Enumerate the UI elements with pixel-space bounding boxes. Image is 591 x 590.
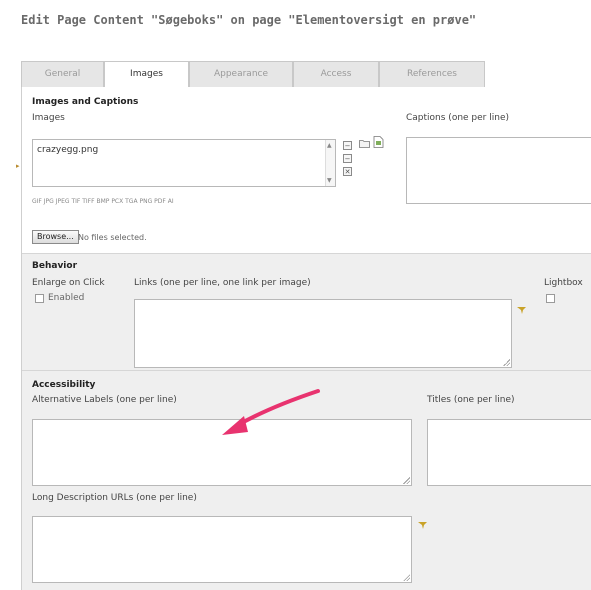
tab-general[interactable]: General [21, 61, 104, 87]
scroll-up-icon[interactable]: ▲ [327, 142, 332, 149]
links-textarea[interactable] [134, 299, 512, 368]
move-up-icon[interactable]: − [343, 141, 352, 150]
titles-textarea[interactable] [427, 419, 591, 486]
scroll-down-icon[interactable]: ▼ [327, 177, 332, 184]
longdesc-textarea[interactable] [32, 516, 412, 583]
titles-label: Titles (one per line) [427, 395, 515, 405]
wizard-icon[interactable] [418, 521, 428, 529]
tab-references[interactable]: References [379, 61, 485, 87]
form-panel: Images and Captions Images Captions (one… [21, 87, 591, 590]
tab-label: Appearance [213, 69, 269, 79]
longdesc-label: Long Description URLs (one per line) [32, 493, 197, 503]
expand-marker-icon: ▸ [16, 162, 20, 170]
browse-button[interactable]: Browse... [32, 230, 79, 244]
file-icon[interactable] [373, 136, 384, 148]
move-down-icon[interactable]: − [343, 154, 352, 163]
behavior-section: Behavior Enlarge on Click Enabled Links … [22, 254, 591, 370]
resize-grip-icon[interactable] [403, 574, 410, 581]
resize-grip-icon[interactable] [403, 477, 410, 484]
images-list-scrollbar[interactable]: ▲ ▼ [325, 140, 335, 186]
annotation-arrow-icon [222, 389, 320, 435]
captions-label: Captions (one per line) [406, 113, 509, 123]
tab-label: Access [320, 69, 352, 79]
tab-images[interactable]: Images [104, 61, 189, 89]
lightbox-checkbox[interactable] [546, 294, 555, 303]
behavior-section-heading: Behavior [32, 261, 78, 271]
tab-label: General [44, 69, 81, 79]
folder-icon[interactable] [359, 139, 370, 148]
remove-icon[interactable]: ✕ [343, 167, 352, 176]
enabled-checkbox[interactable] [35, 294, 44, 303]
lightbox-label: Lightbox [544, 278, 583, 288]
wizard-icon[interactable] [517, 306, 527, 314]
accessibility-section-heading: Accessibility [32, 380, 96, 390]
images-label: Images [32, 113, 65, 123]
allowed-file-types: GIF JPG JPEG TIF TIFF BMP PCX TGA PNG PD… [32, 198, 174, 205]
images-section: Images and Captions Images Captions (one… [22, 87, 591, 253]
enabled-label: Enabled [48, 293, 85, 303]
tab-access[interactable]: Access [293, 61, 379, 87]
tab-appearance[interactable]: Appearance [189, 61, 293, 87]
file-status: No files selected. [78, 233, 147, 242]
images-list[interactable]: crazyegg.png ▲ ▼ [32, 139, 336, 187]
alt-labels-label: Alternative Labels (one per line) [32, 395, 177, 405]
images-section-heading: Images and Captions [32, 97, 139, 107]
tab-label: Images [130, 69, 163, 79]
page-title: Edit Page Content "Søgeboks" on page "El… [21, 13, 477, 27]
links-label: Links (one per line, one link per image) [134, 278, 311, 288]
captions-textarea[interactable] [406, 137, 591, 204]
resize-grip-icon[interactable] [503, 359, 510, 366]
tab-label: References [406, 69, 457, 79]
enlarge-label: Enlarge on Click [32, 278, 105, 288]
images-list-item[interactable]: crazyegg.png [37, 145, 98, 155]
